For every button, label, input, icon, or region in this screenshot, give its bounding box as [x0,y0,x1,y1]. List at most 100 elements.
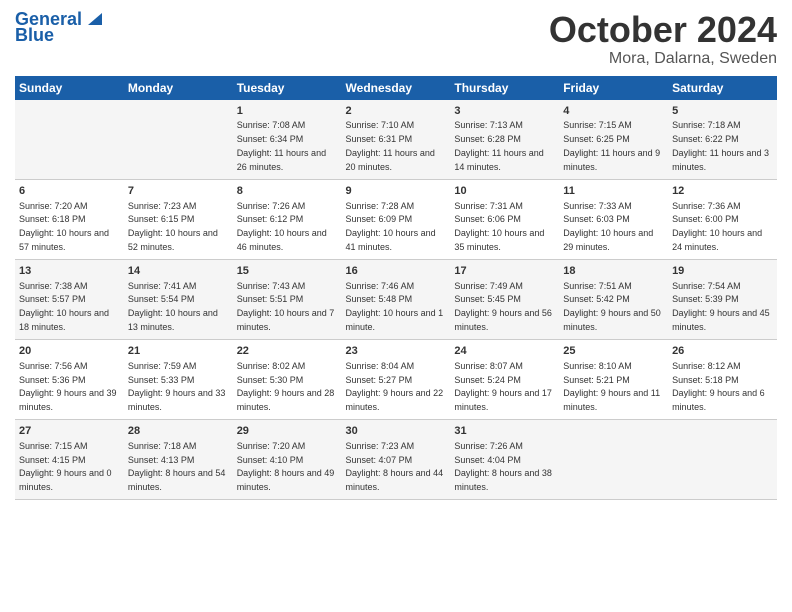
calendar-cell: 29 Sunrise: 7:20 AM Sunset: 4:10 PM Dayligh… [233,419,342,499]
daylight-text: Daylight: 9 hours and 39 minutes. [19,388,117,412]
daylight-text: Daylight: 8 hours and 54 minutes. [128,468,226,492]
calendar-cell: 27Sunrise: 7:15 AMSunset: 4:15 PMDayligh… [15,419,124,499]
sunrise-text: Sunrise: 7:26 AM [454,441,523,451]
sunrise-text: Sunrise: 7:08 AM [237,120,306,130]
sunset-text: Sunset: 5:57 PM [19,294,86,304]
daylight-text: Daylight: 10 hours and 7 minutes. [237,308,335,332]
sunset-text: Sunset: 6:15 PM [128,214,195,224]
col-friday: Friday [559,76,668,100]
page-container: General Blue October 2024 Mora, Dalarna,… [0,0,792,510]
sunrise-text: Sunrise: 7:26 AM [237,201,306,211]
daylight-text: Daylight: 10 hours and 35 minutes. [454,228,544,252]
sunset-text: Sunset: 5:30 PM [237,375,304,385]
sunrise-text: Sunrise: 7:18 AM [128,441,197,451]
sunrise-text: Sunrise: 7:33 AM [563,201,632,211]
sunset-text: Sunset: 4:15 PM [19,455,86,465]
day-number: 30 [346,424,447,439]
sunset-text: Sunset: 6:18 PM [19,214,86,224]
calendar-cell: 16Sunrise: 7:46 AMSunset: 5:48 PMDayligh… [342,259,451,339]
calendar-cell: 12Sunrise: 7:36 AMSunset: 6:00 PMDayligh… [668,179,777,259]
sunset-text: Sunset: 5:33 PM [128,375,195,385]
sunrise-text: Sunrise: 7:41 AM [128,281,197,291]
calendar-week-5: 27Sunrise: 7:15 AMSunset: 4:15 PMDayligh… [15,419,777,499]
sunrise-text: Sunrise: 8:02 AM [237,361,306,371]
sunset-text: Sunset: 4:10 PM [237,455,304,465]
day-number: 29 [237,424,338,439]
daylight-text: Daylight: 9 hours and 22 minutes. [346,388,444,412]
daylight-text: Daylight: 10 hours and 29 minutes. [563,228,653,252]
calendar-cell [124,100,233,180]
day-number: 7 [128,184,229,199]
daylight-text: Daylight: 10 hours and 52 minutes. [128,228,218,252]
day-number: 23 [346,344,447,359]
calendar-cell: 26Sunrise: 8:12 AMSunset: 5:18 PMDayligh… [668,339,777,419]
day-number: 25 [563,344,664,359]
col-tuesday: Tuesday [233,76,342,100]
daylight-text: Daylight: 11 hours and 20 minutes. [346,148,435,172]
day-number: 3 [454,104,555,119]
daylight-text: Daylight: 10 hours and 13 minutes. [128,308,218,332]
calendar-cell: 21Sunrise: 7:59 AMSunset: 5:33 PMDayligh… [124,339,233,419]
calendar-cell: 24Sunrise: 8:07 AMSunset: 5:24 PMDayligh… [450,339,559,419]
daylight-text: Daylight: 9 hours and 6 minutes. [672,388,765,412]
col-saturday: Saturday [668,76,777,100]
sunrise-text: Sunrise: 7:46 AM [346,281,415,291]
daylight-text: Daylight: 9 hours and 33 minutes. [128,388,226,412]
col-thursday: Thursday [450,76,559,100]
day-number: 15 [237,264,338,279]
sunset-text: Sunset: 5:39 PM [672,294,739,304]
calendar-cell [559,419,668,499]
sunrise-text: Sunrise: 7:13 AM [454,120,523,130]
sunrise-text: Sunrise: 8:07 AM [454,361,523,371]
calendar-cell: 9Sunrise: 7:28 AMSunset: 6:09 PMDaylight… [342,179,451,259]
sunset-text: Sunset: 4:13 PM [128,455,195,465]
sunset-text: Sunset: 6:25 PM [563,134,630,144]
daylight-text: Daylight: 11 hours and 3 minutes. [672,148,769,172]
sunset-text: Sunset: 6:00 PM [672,214,739,224]
calendar-cell: 15Sunrise: 7:43 AMSunset: 5:51 PMDayligh… [233,259,342,339]
day-number: 9 [346,184,447,199]
sunset-text: Sunset: 5:51 PM [237,294,304,304]
calendar-cell: 7 Sunrise: 7:23 AM Sunset: 6:15 PM Daylight… [124,179,233,259]
month-title: October 2024 [549,10,777,50]
sunset-text: Sunset: 5:54 PM [128,294,195,304]
sunset-text: Sunset: 6:03 PM [563,214,630,224]
title-block: October 2024 Mora, Dalarna, Sweden [549,10,777,68]
calendar-cell [668,419,777,499]
calendar-cell: 18Sunrise: 7:51 AMSunset: 5:42 PMDayligh… [559,259,668,339]
calendar-cell: 25Sunrise: 8:10 AMSunset: 5:21 PMDayligh… [559,339,668,419]
calendar-cell: 2Sunrise: 7:10 AMSunset: 6:31 PMDaylight… [342,100,451,180]
daylight-text: Daylight: 11 hours and 26 minutes. [237,148,326,172]
day-number: 18 [563,264,664,279]
location: Mora, Dalarna, Sweden [549,50,777,68]
sunset-text: Sunset: 5:27 PM [346,375,413,385]
logo-blue: Blue [15,26,54,46]
calendar-cell: 6Sunrise: 7:20 AMSunset: 6:18 PMDaylight… [15,179,124,259]
calendar-cell: 23Sunrise: 8:04 AMSunset: 5:27 PMDayligh… [342,339,451,419]
daylight-text: Daylight: 9 hours and 50 minutes. [563,308,661,332]
sunrise-text: Sunrise: 7:20 AM [19,201,88,211]
daylight-text: Daylight: 10 hours and 24 minutes. [672,228,762,252]
sunrise-text: Sunrise: 7:15 AM [563,120,632,130]
calendar-cell: 5Sunrise: 7:18 AMSunset: 6:22 PMDaylight… [668,100,777,180]
day-number: 31 [454,424,555,439]
col-sunday: Sunday [15,76,124,100]
daylight-text: Daylight: 10 hours and 18 minutes. [19,308,109,332]
sunrise-text: Sunrise: 7:36 AM [672,201,741,211]
sunrise-text: Sunrise: 7:23 AM [346,441,415,451]
day-number: 17 [454,264,555,279]
calendar-body: 1Sunrise: 7:08 AMSunset: 6:34 PMDaylight… [15,100,777,500]
calendar-cell: 22Sunrise: 8:02 AMSunset: 5:30 PMDayligh… [233,339,342,419]
sunset-text: Sunset: 5:24 PM [454,375,521,385]
daylight-text: Daylight: 9 hours and 45 minutes. [672,308,770,332]
day-number: 8 [237,184,338,199]
logo-icon [84,7,106,29]
sunset-text: Sunset: 5:36 PM [19,375,86,385]
day-number: 28 [128,424,229,439]
sunset-text: Sunset: 6:12 PM [237,214,304,224]
sunrise-text: Sunrise: 7:20 AM [237,441,306,451]
daylight-text: Daylight: 8 hours and 49 minutes. [237,468,335,492]
calendar-cell: 20Sunrise: 7:56 AMSunset: 5:36 PMDayligh… [15,339,124,419]
day-number: 20 [19,344,120,359]
sunrise-text: Sunrise: 7:23 AM [128,201,197,211]
